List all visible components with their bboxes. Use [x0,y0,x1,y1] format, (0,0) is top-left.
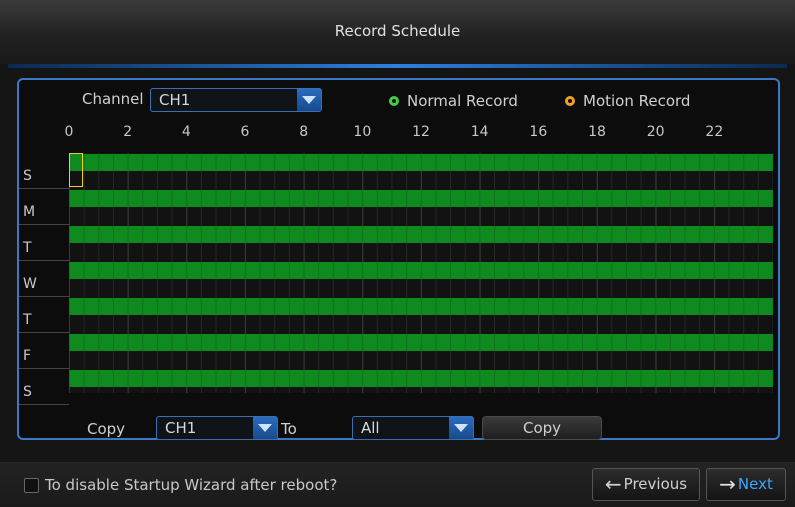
chevron-down-icon[interactable] [253,417,277,439]
normal-record-radio-icon[interactable] [389,95,399,106]
schedule-bar-normal[interactable] [69,298,773,315]
hour-label: 6 [240,124,250,140]
copy-to-value: All [361,419,380,437]
day-divider [19,188,69,189]
window-title: Record Schedule [334,22,461,40]
day-row[interactable]: M [19,190,773,225]
hour-label: 22 [705,124,724,140]
copy-from-value: CH1 [165,419,197,437]
motion-record-radio-icon[interactable] [565,95,575,106]
chevron-down-icon[interactable] [297,89,321,111]
day-row[interactable]: S [19,370,773,405]
legend-motion-label: Motion Record [583,92,691,110]
day-label: W [23,276,37,292]
day-divider [19,368,69,369]
chevron-down-icon[interactable] [449,417,473,439]
copy-from-select[interactable]: CH1 [156,416,278,440]
title-divider [8,64,787,68]
hour-label: 16 [529,124,548,140]
hour-label: 18 [588,124,606,140]
legend-motion[interactable]: Motion Record [565,92,690,110]
disable-wizard-label: To disable Startup Wizard after reboot? [45,476,338,494]
channel-select[interactable]: CH1 [150,88,322,112]
copy-to-select[interactable]: All [352,416,474,440]
channel-select-value: CH1 [159,91,191,109]
day-row[interactable]: S [19,154,773,189]
hour-label: 14 [470,124,489,140]
schedule-bar-normal[interactable] [69,154,773,171]
day-row[interactable]: W [19,262,773,297]
day-label: T [23,312,32,328]
hour-label: 8 [299,124,309,140]
day-divider [19,332,69,333]
schedule-bar-normal[interactable] [69,334,773,351]
hour-label: 10 [353,124,372,140]
day-label: M [23,204,36,220]
day-label: T [23,240,32,256]
schedule-panel: Channel CH1 Normal Record Motion Record … [17,78,780,440]
day-divider [19,404,69,405]
previous-label: Previous [623,475,688,493]
legend-normal-label: Normal Record [407,92,518,110]
hour-label: 2 [123,124,133,140]
copy-button[interactable]: Copy [482,416,602,440]
footer-bar: To disable Startup Wizard after reboot? … [0,462,795,507]
day-divider [19,260,69,261]
day-label: S [23,168,32,184]
day-divider [19,296,69,297]
disable-wizard-checkbox[interactable] [24,478,39,493]
copy-label: Copy [87,420,126,438]
arrow-left-icon: ← [604,472,622,496]
copy-to-label: To [281,420,297,438]
schedule-bar-normal[interactable] [69,370,773,387]
schedule-bar-normal[interactable] [69,190,773,207]
next-label: Next [737,475,773,493]
next-button[interactable]: → Next [706,468,786,501]
schedule-bar-normal[interactable] [69,262,773,279]
schedule-bar-normal[interactable] [69,226,773,243]
day-row[interactable]: T [19,226,773,261]
day-row[interactable]: F [19,334,773,369]
hour-label: 20 [646,124,665,140]
previous-button[interactable]: ← Previous [592,468,700,501]
day-label: F [23,348,32,364]
hour-label: 12 [412,124,430,140]
hour-label: 4 [181,124,191,140]
day-row[interactable]: T [19,298,773,333]
selection-cursor [69,153,83,187]
hour-label: 0 [64,124,74,140]
arrow-right-icon: → [719,472,736,496]
day-label: S [23,384,32,400]
title-bar: Record Schedule [0,0,795,64]
day-divider [19,224,69,225]
legend-normal[interactable]: Normal Record [389,92,518,110]
channel-label: Channel [82,90,144,108]
